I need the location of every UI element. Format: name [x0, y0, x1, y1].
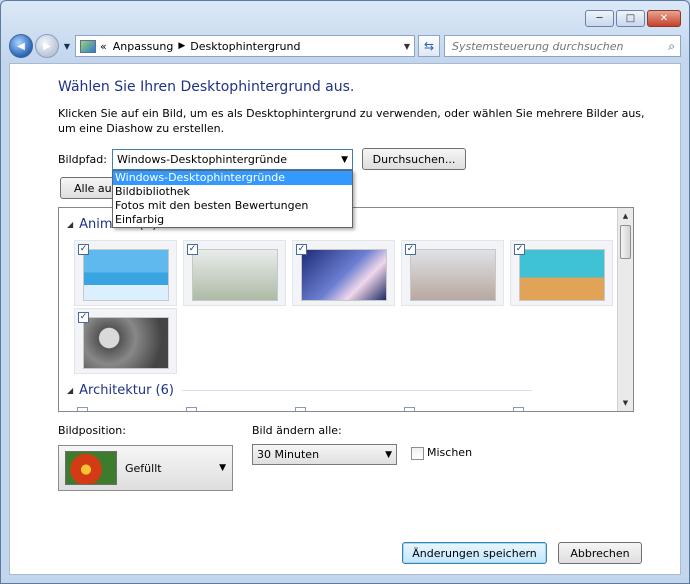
dropdown-option[interactable]: Bildbibliothek — [113, 185, 352, 199]
breadcrumb-overflow[interactable]: « — [100, 40, 107, 53]
recent-pages-dropdown[interactable]: ▼ — [61, 42, 73, 51]
thumbnail-checkbox[interactable]: ✓ — [187, 244, 198, 255]
refresh-button[interactable]: ⇆ — [418, 35, 440, 57]
shuffle-label[interactable]: Mischen — [427, 446, 472, 459]
dropdown-option[interactable]: Windows-Desktophintergründe — [113, 171, 352, 185]
navigation-bar: ◀ ▶ ▼ « Anpassung ▶ Desktophintergrund ▼… — [9, 33, 681, 59]
back-arrow-icon: ◀ — [17, 40, 25, 52]
interval-combobox[interactable]: 30 Minuten ▼ — [252, 444, 397, 465]
dropdown-option[interactable]: Fotos mit den besten Bewertungen — [113, 199, 352, 213]
close-icon: ✕ — [659, 12, 669, 24]
control-panel-icon — [80, 39, 96, 53]
wallpaper-image — [83, 249, 169, 301]
breadcrumb-anpassung[interactable]: Anpassung — [113, 40, 174, 53]
page-title: Wählen Sie Ihren Desktophintergrund aus. — [58, 79, 355, 95]
control-panel-window: ─ □ ✕ ◀ ▶ ▼ « Anpassung ▶ Desktophinterg… — [0, 0, 690, 584]
wallpaper-image — [519, 249, 605, 301]
bildpfad-value: Windows-Desktophintergründe — [117, 153, 288, 166]
wallpaper-image — [410, 249, 496, 301]
chevron-down-icon: ▼ — [385, 449, 392, 460]
thumbnail-checkbox[interactable] — [77, 407, 88, 411]
interval-label: Bild ändern alle: — [252, 424, 342, 437]
forward-button[interactable]: ▶ — [35, 34, 59, 58]
search-icon[interactable]: ⌕ — [668, 39, 675, 54]
position-value: Gefüllt — [125, 461, 162, 475]
group-title: Architektur (6) — [79, 383, 174, 398]
group-divider — [181, 390, 532, 391]
bildpfad-combobox[interactable]: Windows-Desktophintergründe ▼ — [112, 149, 353, 170]
bildpfad-dropdown-list: Windows-Desktophintergründe Bildbiblioth… — [112, 170, 353, 228]
shuffle-checkbox[interactable] — [411, 447, 424, 460]
address-dropdown-icon[interactable]: ▼ — [404, 42, 410, 51]
page-description: Klicken Sie auf ein Bild, um es als Desk… — [58, 107, 645, 135]
close-button[interactable]: ✕ — [647, 10, 681, 27]
scroll-up-icon[interactable]: ▲ — [618, 208, 633, 224]
gallery-scrollbar[interactable]: ▲ ▼ — [617, 208, 633, 411]
save-changes-button[interactable]: Änderungen speichern — [402, 542, 547, 564]
interval-value: 30 Minuten — [257, 448, 320, 461]
group-header-architektur[interactable]: ◢ Architektur (6) — [67, 383, 532, 398]
chevron-down-icon: ▼ — [341, 154, 348, 165]
thumbnail-checkbox[interactable]: ✓ — [296, 244, 307, 255]
dropdown-option[interactable]: Einfarbig — [113, 213, 352, 227]
back-button[interactable]: ◀ — [9, 34, 33, 58]
search-input[interactable] — [450, 38, 669, 54]
wallpaper-image — [192, 249, 278, 301]
breadcrumb-desktophintergrund[interactable]: Desktophintergrund — [190, 40, 300, 53]
position-preview-image — [65, 451, 117, 485]
maximize-button[interactable]: □ — [616, 10, 645, 27]
wallpaper-thumbnail[interactable]: ✓ — [74, 308, 177, 374]
thumbnail-checkbox[interactable] — [513, 407, 524, 411]
position-label: Bildposition: — [58, 424, 126, 437]
bildpfad-label: Bildpfad: — [58, 153, 107, 166]
thumbnail-checkbox[interactable] — [404, 407, 415, 411]
address-bar[interactable]: « Anpassung ▶ Desktophintergrund ▼ — [75, 35, 415, 57]
wallpaper-image — [301, 249, 387, 301]
thumbnail-checkbox[interactable]: ✓ — [405, 244, 416, 255]
collapse-triangle-icon[interactable]: ◢ — [67, 220, 73, 229]
forward-arrow-icon: ▶ — [43, 40, 51, 52]
wallpaper-image — [83, 317, 169, 369]
wallpaper-thumbnail[interactable]: ✓ — [510, 240, 613, 306]
minimize-button[interactable]: ─ — [585, 10, 614, 27]
wallpaper-thumbnail[interactable]: ✓ — [292, 240, 395, 306]
thumbnail-checkbox[interactable] — [186, 407, 197, 411]
scrollbar-thumb[interactable] — [620, 225, 631, 259]
thumbnail-checkbox[interactable]: ✓ — [78, 312, 89, 323]
wallpaper-thumbnail[interactable]: ✓ — [183, 240, 286, 306]
scroll-down-icon[interactable]: ▼ — [618, 395, 633, 411]
wallpaper-gallery[interactable]: ◢ Animiert (6) ✓ ✓ ✓ ✓ ✓ — [58, 207, 634, 412]
position-combobox[interactable]: Gefüllt ▼ — [58, 445, 233, 491]
minimize-icon: ─ — [596, 12, 603, 24]
chevron-down-icon: ▼ — [63, 41, 71, 51]
browse-button[interactable]: Durchsuchen... — [362, 148, 466, 170]
collapse-triangle-icon[interactable]: ◢ — [67, 386, 73, 395]
thumbnail-checkbox[interactable]: ✓ — [514, 244, 525, 255]
cancel-button[interactable]: Abbrechen — [558, 542, 642, 564]
chevron-down-icon: ▼ — [219, 463, 226, 473]
content-pane: Wählen Sie Ihren Desktophintergrund aus.… — [9, 63, 681, 575]
maximize-icon: □ — [625, 12, 636, 24]
caption-buttons: ─ □ ✕ — [585, 10, 681, 27]
breadcrumb-separator-icon[interactable]: ▶ — [178, 41, 185, 51]
refresh-icon: ⇆ — [423, 39, 435, 53]
search-box[interactable]: ⌕ — [444, 35, 681, 57]
wallpaper-thumbnail[interactable]: ✓ — [401, 240, 504, 306]
thumbnail-checkbox[interactable]: ✓ — [78, 244, 89, 255]
wallpaper-thumbnail[interactable]: ✓ — [74, 240, 177, 306]
thumbnail-checkbox[interactable] — [295, 407, 306, 411]
